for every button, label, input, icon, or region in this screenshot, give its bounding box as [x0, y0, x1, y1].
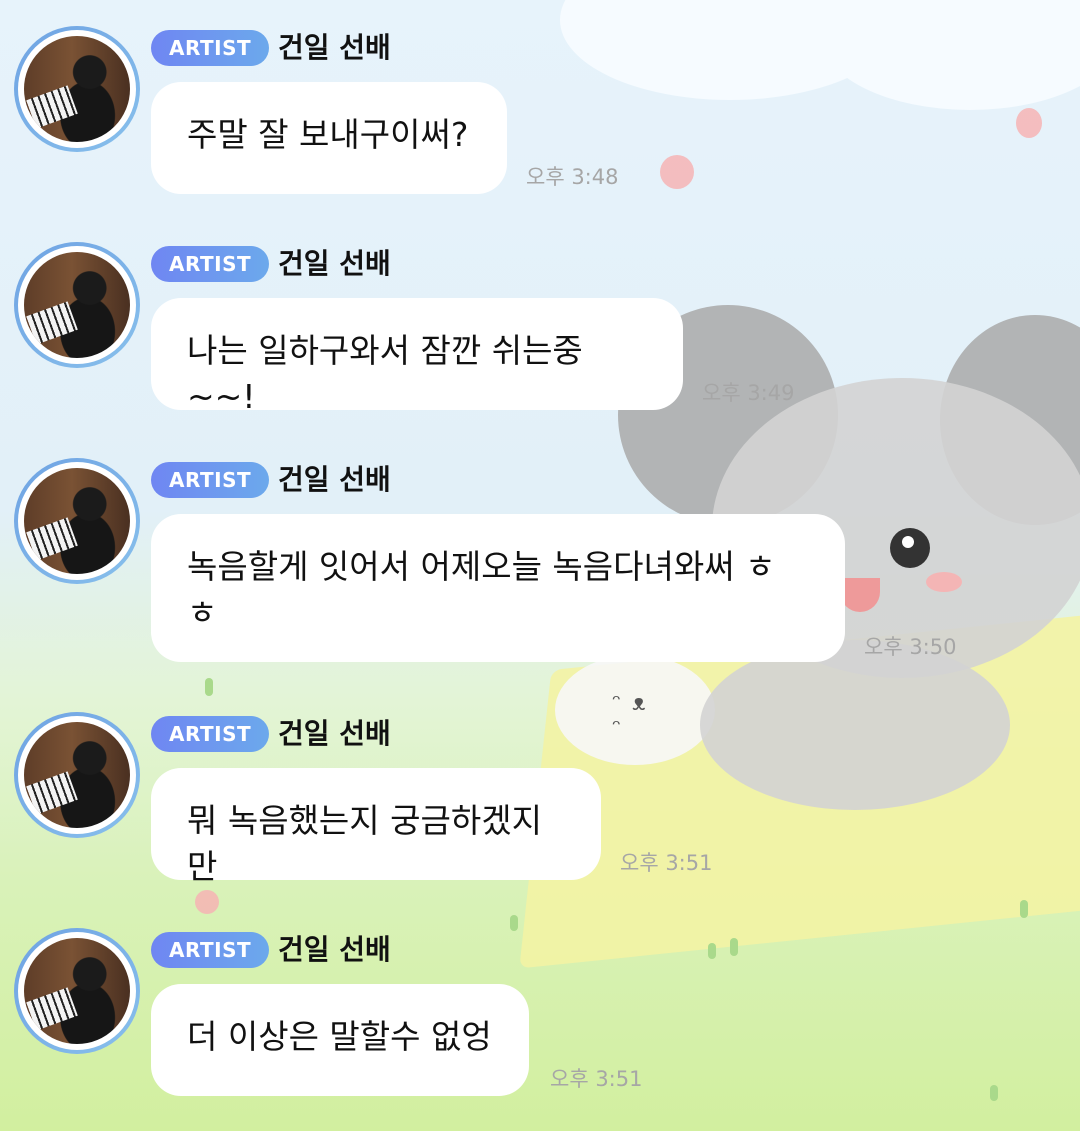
- avatar[interactable]: [14, 928, 140, 1054]
- avatar-frame: [18, 30, 136, 148]
- profile-photo-icon: [24, 722, 130, 828]
- avatar-frame: [18, 462, 136, 580]
- avatar[interactable]: [14, 712, 140, 838]
- avatar-frame: [18, 716, 136, 834]
- message-bubble[interactable]: 주말 잘 보내구이써?: [151, 82, 507, 194]
- sender-name: 건일 선배: [278, 31, 391, 64]
- artist-badge: ARTIST: [151, 30, 270, 66]
- sender-name: 건일 선배: [278, 933, 391, 966]
- message-bubble[interactable]: 녹음할게 잇어서 어제오늘 녹음다녀와써 ㅎㅎ: [151, 514, 845, 662]
- message-time: 오후 3:49: [702, 381, 795, 405]
- avatar[interactable]: [14, 26, 140, 152]
- message-bubble[interactable]: 더 이상은 말할수 없엉: [151, 984, 529, 1096]
- chat-thread: ARTIST 건일 선배 주말 잘 보내구이써? 오후 3:48 ARTIST …: [0, 0, 1080, 1131]
- message-time: 오후 3:50: [864, 635, 957, 659]
- message-bubble[interactable]: 뭐 녹음했는지 궁금하겠지만: [151, 768, 601, 886]
- artist-badge: ARTIST: [151, 932, 270, 968]
- avatar-frame: [18, 246, 136, 364]
- sender-name: 건일 선배: [278, 247, 391, 280]
- message-time: 오후 3:51: [550, 1067, 643, 1091]
- artist-badge: ARTIST: [151, 462, 270, 498]
- sender-name: 건일 선배: [278, 463, 391, 496]
- profile-photo-icon: [24, 36, 130, 142]
- profile-photo-icon: [24, 938, 130, 1044]
- artist-badge: ARTIST: [151, 246, 270, 282]
- artist-badge: ARTIST: [151, 716, 270, 752]
- avatar[interactable]: [14, 242, 140, 368]
- sender-name: 건일 선배: [278, 717, 391, 750]
- message-time: 오후 3:48: [526, 165, 619, 189]
- message-bubble[interactable]: 나는 일하구와서 잠깐 쉬는중~~!: [151, 298, 683, 416]
- message-time: 오후 3:51: [620, 851, 713, 875]
- profile-photo-icon: [24, 468, 130, 574]
- avatar[interactable]: [14, 458, 140, 584]
- profile-photo-icon: [24, 252, 130, 358]
- avatar-frame: [18, 932, 136, 1050]
